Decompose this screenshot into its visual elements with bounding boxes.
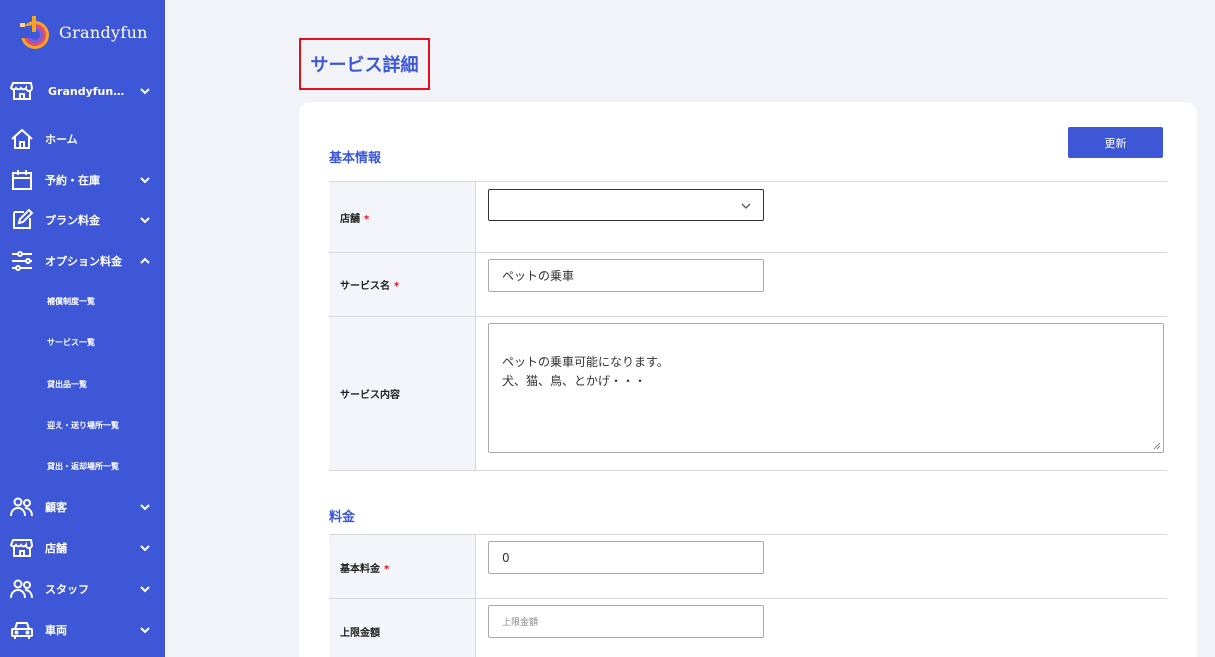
chevron-down-icon <box>741 203 751 209</box>
store-select[interactable] <box>488 189 764 221</box>
required-mark: * <box>364 214 370 225</box>
price-table: 基本料金 * 0 上限金額 上限金額 <box>329 534 1167 657</box>
sliders-icon <box>12 251 32 271</box>
form-row-max-amount: 上限金額 上限金額 <box>329 599 1167 657</box>
section-title-basic-info: 基本情報 <box>329 151 382 166</box>
edit-icon <box>13 208 34 229</box>
sidebar-subitem-rental-items[interactable]: 貸出品一覧 <box>0 373 165 395</box>
logo-icon <box>17 16 49 49</box>
sidebar-subitem-services[interactable]: サービス一覧 <box>0 331 165 353</box>
sidebar-item-label: ホーム <box>45 133 78 146</box>
page-title-highlight: サービス詳細 <box>299 38 430 90</box>
form-label-cell: サービス内容 <box>329 317 476 470</box>
sidebar-item-staff[interactable]: スタッフ <box>0 574 165 604</box>
form-label-cell: サービス名 * <box>329 253 476 316</box>
form-row-service-content: サービス内容 ペットの乗車可能になります。 犬、猫、鳥、とかげ・・・ <box>329 317 1167 471</box>
service-content-text: ペットの乗車可能になります。 犬、猫、鳥、とかげ・・・ <box>502 355 669 388</box>
sidebar-item-label: 店舗 <box>45 542 67 555</box>
sidebar-subitem-label: 貸出品一覧 <box>47 379 87 389</box>
brand-logo[interactable]: Grandyfun <box>16 14 148 50</box>
sidebar-item-label: スタッフ <box>45 583 89 596</box>
sidebar-item-label: 車両 <box>45 624 67 637</box>
form-value-cell: ペットの乗車可能になります。 犬、猫、鳥、とかげ・・・ <box>476 317 1167 470</box>
home-icon <box>11 128 33 149</box>
required-mark: * <box>384 564 390 575</box>
calendar-icon <box>12 170 32 190</box>
sidebar-subitem-pickup-locations[interactable]: 迎え・送り場所一覧 <box>0 414 165 436</box>
sidebar-subitem-return-locations[interactable]: 貸出・返却場所一覧 <box>0 455 165 477</box>
form-label-cell: 基本料金 * <box>329 535 476 598</box>
chevron-down-icon <box>140 177 150 184</box>
service-content-label: サービス内容 <box>340 390 400 401</box>
form-row-store: 店舗 * <box>329 182 1167 253</box>
service-name-label-text: サービス名 <box>340 281 390 292</box>
sidebar-item-label: オプション料金 <box>45 255 122 268</box>
sidebar-subitem-label: 補償制度一覧 <box>47 296 95 306</box>
sidebar-subitem-label: 貸出・返却場所一覧 <box>47 461 119 471</box>
base-price-label-text: 基本料金 <box>340 564 380 575</box>
store-label-text: 店舗 <box>340 214 360 225</box>
sidebar-item-option-price[interactable]: オプション料金 <box>0 246 165 276</box>
chevron-down-icon <box>140 217 150 224</box>
sidebar-item-stores[interactable]: 店舗 <box>0 533 165 563</box>
chevron-down-icon <box>140 627 150 634</box>
brand-name: Grandyfun <box>59 22 148 42</box>
sidebar-item-home[interactable]: ホーム <box>0 124 165 154</box>
service-content-textarea[interactable]: ペットの乗車可能になります。 犬、猫、鳥、とかげ・・・ <box>488 323 1164 453</box>
chevron-down-icon <box>140 504 150 511</box>
storefront-icon <box>10 82 34 100</box>
basic-info-table: 店舗 * サービス名 * ペットの乗車 サービス内容 ペットの乗車可能になります。 … <box>329 181 1167 471</box>
max-amount-label: 上限金額 <box>340 628 380 639</box>
sidebar-item-plan-price[interactable]: プラン料金 <box>0 205 165 235</box>
store-switcher[interactable]: Grandyfun… <box>0 76 165 106</box>
service-name-label: サービス名 * <box>340 277 399 292</box>
form-value-cell <box>476 182 1167 252</box>
sidebar: Grandyfun Grandyfun… ホーム 予約・在庫 プラン料金 オプシ… <box>0 0 165 657</box>
sidebar-item-label: プラン料金 <box>45 214 100 227</box>
form-value-cell: 上限金額 <box>476 599 1167 657</box>
update-button[interactable]: 更新 <box>1068 127 1163 158</box>
sidebar-subitem-label: サービス一覧 <box>47 337 95 347</box>
sidebar-item-vehicles[interactable]: 車両 <box>0 615 165 645</box>
section-title-price: 料金 <box>329 510 356 525</box>
required-mark: * <box>394 281 400 292</box>
base-price-input[interactable]: 0 <box>488 541 764 574</box>
resize-grip-icon[interactable] <box>1153 442 1161 450</box>
sidebar-item-reservation[interactable]: 予約・在庫 <box>0 165 165 195</box>
chevron-down-icon <box>140 88 150 95</box>
car-icon <box>11 622 33 639</box>
users-icon <box>10 579 33 599</box>
chevron-down-icon <box>140 586 150 593</box>
form-value-cell: ペットの乗車 <box>476 253 1167 316</box>
chevron-down-icon <box>140 545 150 552</box>
max-amount-input[interactable]: 上限金額 <box>488 605 764 638</box>
sidebar-subitem-label: 迎え・送り場所一覧 <box>47 420 119 430</box>
form-row-service-name: サービス名 * ペットの乗車 <box>329 253 1167 317</box>
form-row-base-price: 基本料金 * 0 <box>329 535 1167 599</box>
sidebar-item-label: 顧客 <box>45 501 67 514</box>
sidebar-subitem-compensation[interactable]: 補償制度一覧 <box>0 290 165 312</box>
form-label-cell: 店舗 * <box>329 182 476 252</box>
storefront-icon <box>10 539 34 557</box>
sidebar-item-customers[interactable]: 顧客 <box>0 492 165 522</box>
store-switcher-label: Grandyfun… <box>48 84 125 98</box>
service-name-input[interactable]: ペットの乗車 <box>488 259 764 292</box>
store-label: 店舗 * <box>340 210 369 225</box>
base-price-label: 基本料金 * <box>340 560 389 575</box>
chevron-up-icon <box>140 257 150 264</box>
page-title: サービス詳細 <box>310 55 419 76</box>
sidebar-item-label: 予約・在庫 <box>45 174 100 187</box>
form-label-cell: 上限金額 <box>329 599 476 657</box>
users-icon <box>10 497 33 517</box>
form-value-cell: 0 <box>476 535 1167 598</box>
